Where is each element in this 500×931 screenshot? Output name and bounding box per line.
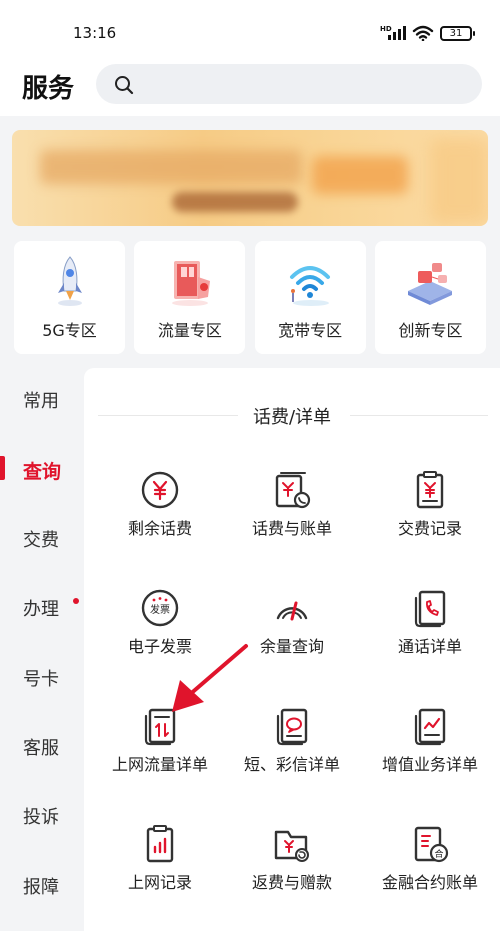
service-label: 短、彩信详单 [243,755,340,774]
header: 服务 [0,58,500,116]
service-bill[interactable]: 话费与账单 [224,470,360,570]
service-value-added-detail[interactable]: 增值业务详单 [362,706,498,806]
service-label: 金融合约账单 [381,873,478,892]
gauge-icon [276,601,308,621]
invoice-icon-text: 发票 [150,603,170,616]
sidebar-item-label: 报障 [23,877,59,898]
sidebar: 常用 查询 交费 办理 号卡 客服 投诉 报障 [0,368,84,931]
sidebar-item-payment[interactable]: 交费 [0,512,84,562]
service-label: 上网流量详单 [111,755,208,774]
service-call-detail[interactable]: 通话详单 [362,588,498,688]
quick-entry-flow[interactable]: 流量专区 [134,241,246,354]
active-indicator [0,456,5,480]
quick-entries: 5G专区 流量专区 宽带专区 创新专区 [14,241,486,354]
e-invoice-icon: 发票 [141,589,179,627]
sidebar-item-query[interactable]: 查询 [0,443,84,493]
page-title: 服务 [22,74,75,104]
innovation-platform-icon [408,263,453,305]
search-icon [115,76,134,95]
battery-icon: 31 [440,25,475,41]
sidebar-item-common[interactable]: 常用 [0,373,84,423]
sidebar-item-label: 办理 [23,599,59,620]
yuan-circle-icon [141,471,179,509]
search-input[interactable] [96,64,482,104]
signal-icon: HD [380,25,406,41]
call-detail-icon [414,590,446,628]
wifi-status-icon [412,25,434,41]
service-payment-records[interactable]: 交费记录 [362,470,498,570]
service-label: 交费记录 [397,519,462,538]
clipboard-chart-icon [146,825,174,863]
sidebar-item-label: 常用 [23,391,59,412]
service-label: 增值业务详单 [381,755,478,774]
service-label: 通话详单 [397,637,462,656]
folder-yuan-icon [274,830,309,862]
promo-banner[interactable] [12,130,488,226]
sidebar-item-complaint[interactable]: 投诉 [0,789,84,839]
quick-entry-label: 创新专区 [398,321,463,340]
sidebar-item-label: 号卡 [23,669,59,690]
sidebar-item-handle[interactable]: 办理 [0,581,84,631]
sidebar-item-label: 交费 [23,530,59,551]
contract-bill-icon: 合 [414,826,449,863]
sidebar-item-service[interactable]: 客服 [0,720,84,770]
content-panel: 话费/详单 剩余话费 话费与账单 交费记录 发票 电子发票 余量查询 通话详单 … [84,368,500,931]
status-icons: HD 31 [380,25,475,41]
service-data-detail[interactable]: 上网流量详单 [92,706,228,806]
wifi-icon [290,266,331,306]
service-label: 上网记录 [127,873,192,892]
status-time: 13:16 [73,24,117,42]
service-internet-records[interactable]: 上网记录 [92,824,228,924]
flow-door-icon [171,261,210,306]
sidebar-item-card[interactable]: 号卡 [0,651,84,701]
quick-entry-broadband[interactable]: 宽带专区 [254,241,366,354]
service-refund-gift[interactable]: 返费与赠款 [224,824,360,924]
quick-entry-5g[interactable]: 5G专区 [14,241,125,354]
service-label: 返费与赠款 [251,873,332,892]
bill-phone-icon [275,472,311,509]
service-remaining-balance[interactable]: 剩余话费 [92,470,228,570]
sms-detail-icon [276,708,308,746]
value-added-icon [414,708,446,746]
section-title: 话费/详单 [252,407,332,428]
status-bar: 13:16 HD 31 [0,0,500,58]
receipt-yuan-icon [416,471,444,509]
contract-icon-text: 合 [434,848,443,860]
sidebar-item-repair[interactable]: 报障 [0,859,84,909]
sidebar-item-label: 查询 [23,461,62,483]
service-label: 剩余话费 [127,519,192,538]
sidebar-item-label: 客服 [23,738,59,759]
quick-entry-label: 5G专区 [42,321,97,340]
service-sms-detail[interactable]: 短、彩信详单 [224,706,360,806]
sidebar-item-label: 投诉 [23,807,59,828]
rocket-icon [57,256,82,306]
service-label: 话费与账单 [251,519,332,538]
notification-dot [73,598,79,604]
quick-entry-label: 流量专区 [157,321,222,340]
pointer-arrow-icon [172,644,248,712]
quick-entry-innovation[interactable]: 创新专区 [374,241,486,354]
service-finance-contract-bill[interactable]: 合 金融合约账单 [362,824,498,924]
quick-entry-label: 宽带专区 [278,321,343,340]
divider [350,415,488,416]
